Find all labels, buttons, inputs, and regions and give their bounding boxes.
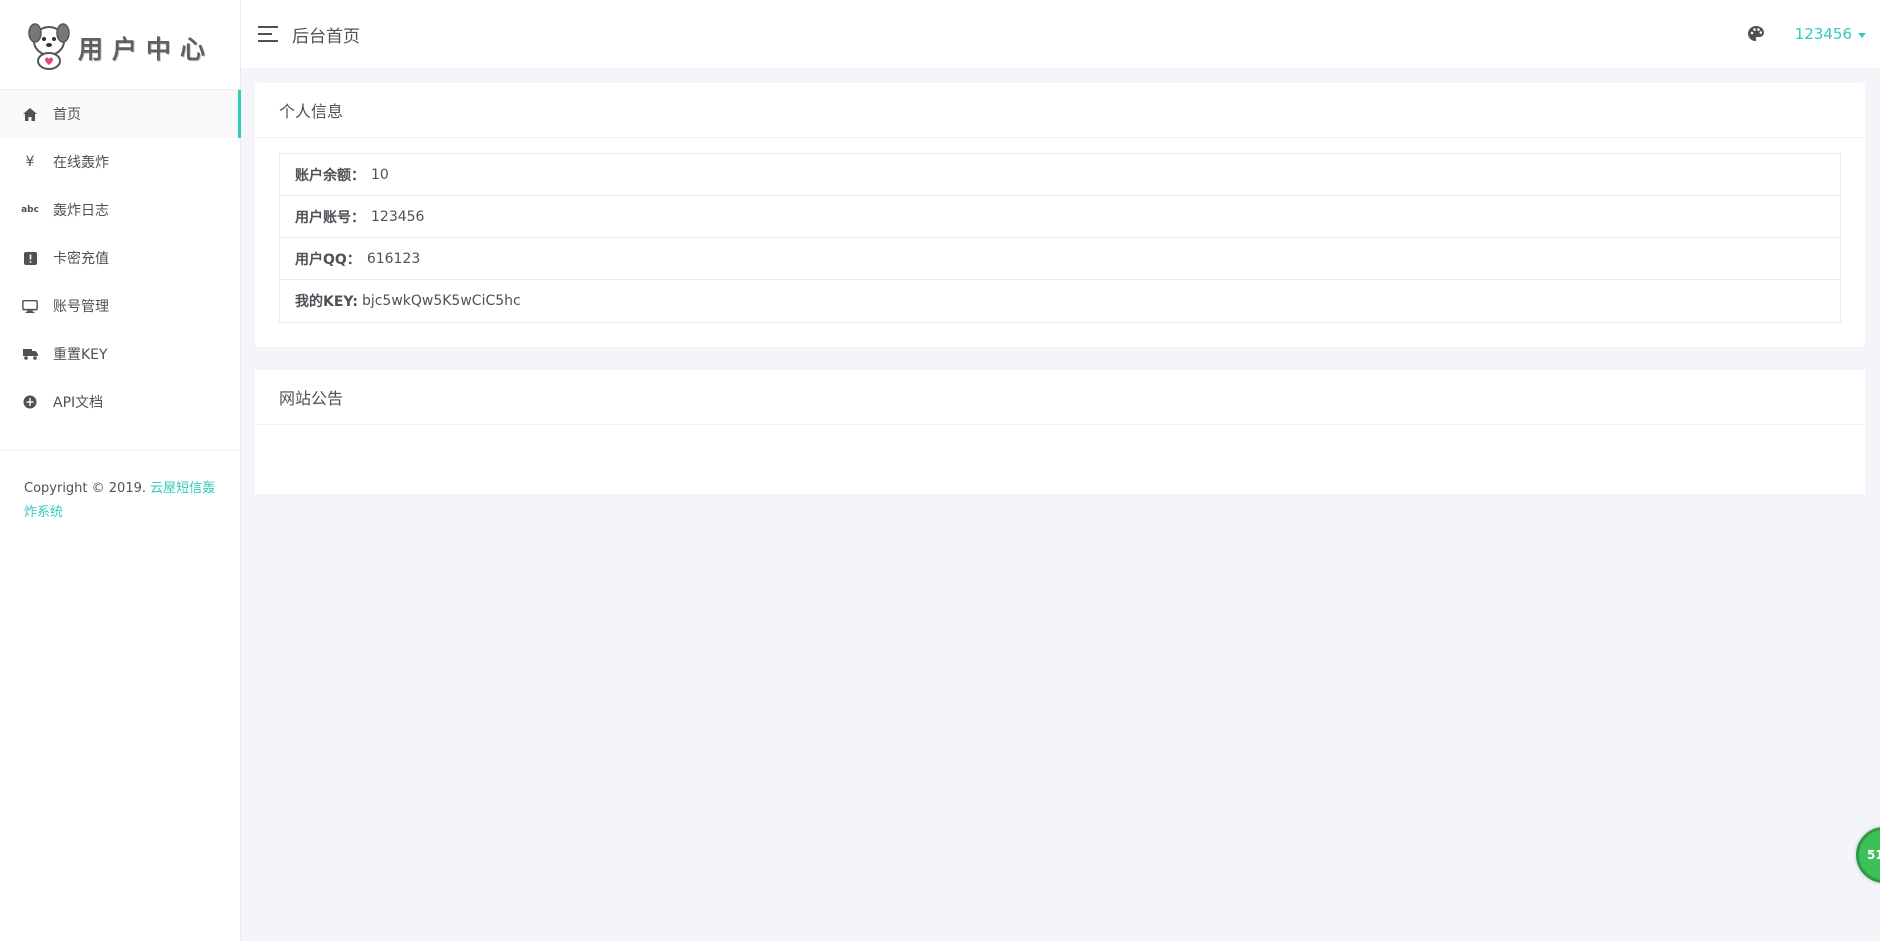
sidebar-item-home[interactable]: 首页 [0,90,241,138]
sidebar-item-bomb-log[interactable]: abc 轰炸日志 [0,186,240,234]
info-value: 616123 [366,250,421,267]
sidebar-item-api-docs[interactable]: API文档 [0,378,240,426]
home-icon [22,106,38,122]
notice-card-body [255,425,1865,464]
info-label: 我的KEY: [295,294,358,310]
info-value: bjc5wkQw5K5wCiC5hc [361,293,521,309]
sidebar-item-card-recharge[interactable]: 卡密充值 [0,234,240,282]
profile-info-list: 账户余额： 10 用户账号： 123456 用户QQ： 616123 我的KEY… [279,153,1841,323]
sidebar-item-label: 重置KEY [53,347,108,363]
dog-logo-icon [26,19,72,71]
info-value: 123456 [371,208,425,225]
monitor-icon [22,298,38,314]
copyright-text: Copyright © 2019. [24,481,151,496]
info-row-balance: 账户余额： 10 [280,154,1840,196]
info-label: 用户QQ： [295,251,361,268]
page-title: 后台首页 [292,26,360,47]
info-label: 账户余额： [295,167,365,184]
info-row-account: 用户账号： 123456 [280,196,1840,238]
palette-icon[interactable] [1747,25,1765,43]
topbar: 后台首页 123456 [241,0,1880,68]
menu-toggle-icon[interactable] [258,26,278,42]
topbar-right: 123456 [1747,25,1866,43]
info-label: 用户账号： [295,209,365,226]
notice-card-title: 网站公告 [255,370,1865,425]
truck-icon [22,346,38,362]
bug-icon [22,394,38,410]
sidebar-item-label: 卡密充值 [53,251,109,267]
info-row-qq: 用户QQ： 616123 [280,238,1840,280]
logo-text: 用户中心 [78,34,215,64]
profile-card: 个人信息 账户余额： 10 用户账号： 123456 用户QQ： 616123 … [255,83,1865,347]
copyright: Copyright © 2019. 云屋短信轰炸系统 [0,451,240,525]
sidebar-item-account-manage[interactable]: 账号管理 [0,282,240,330]
abc-icon: abc [21,205,39,215]
sidebar: 用户中心 首页 ¥ 在线轰炸 abc 轰炸日志 卡密充值 账号管理 重置KEY … [0,0,241,941]
sidebar-item-reset-key[interactable]: 重置KEY [0,330,240,378]
sidebar-item-label: 账号管理 [53,299,109,315]
sidebar-item-label: API文档 [53,395,104,411]
user-dropdown[interactable]: 123456 [1795,25,1866,43]
sidebar-item-label: 轰炸日志 [53,203,109,219]
info-row-key: 我的KEY: bjc5wkQw5K5wCiC5hc [280,280,1840,322]
yen-icon: ¥ [25,154,35,170]
username: 123456 [1794,25,1852,43]
floating-badge[interactable]: 51 [1856,827,1880,883]
alert-box-icon [22,250,38,266]
profile-card-title: 个人信息 [255,83,1865,138]
notice-card: 网站公告 [255,370,1865,494]
sidebar-item-label: 在线轰炸 [53,155,109,171]
caret-down-icon [1858,32,1866,38]
sidebar-item-online-bomb[interactable]: ¥ 在线轰炸 [0,138,240,186]
logo[interactable]: 用户中心 [0,0,240,90]
sidebar-item-label: 首页 [53,107,81,123]
info-value: 10 [371,166,389,183]
sidebar-nav: 首页 ¥ 在线轰炸 abc 轰炸日志 卡密充值 账号管理 重置KEY API文档 [0,90,241,426]
